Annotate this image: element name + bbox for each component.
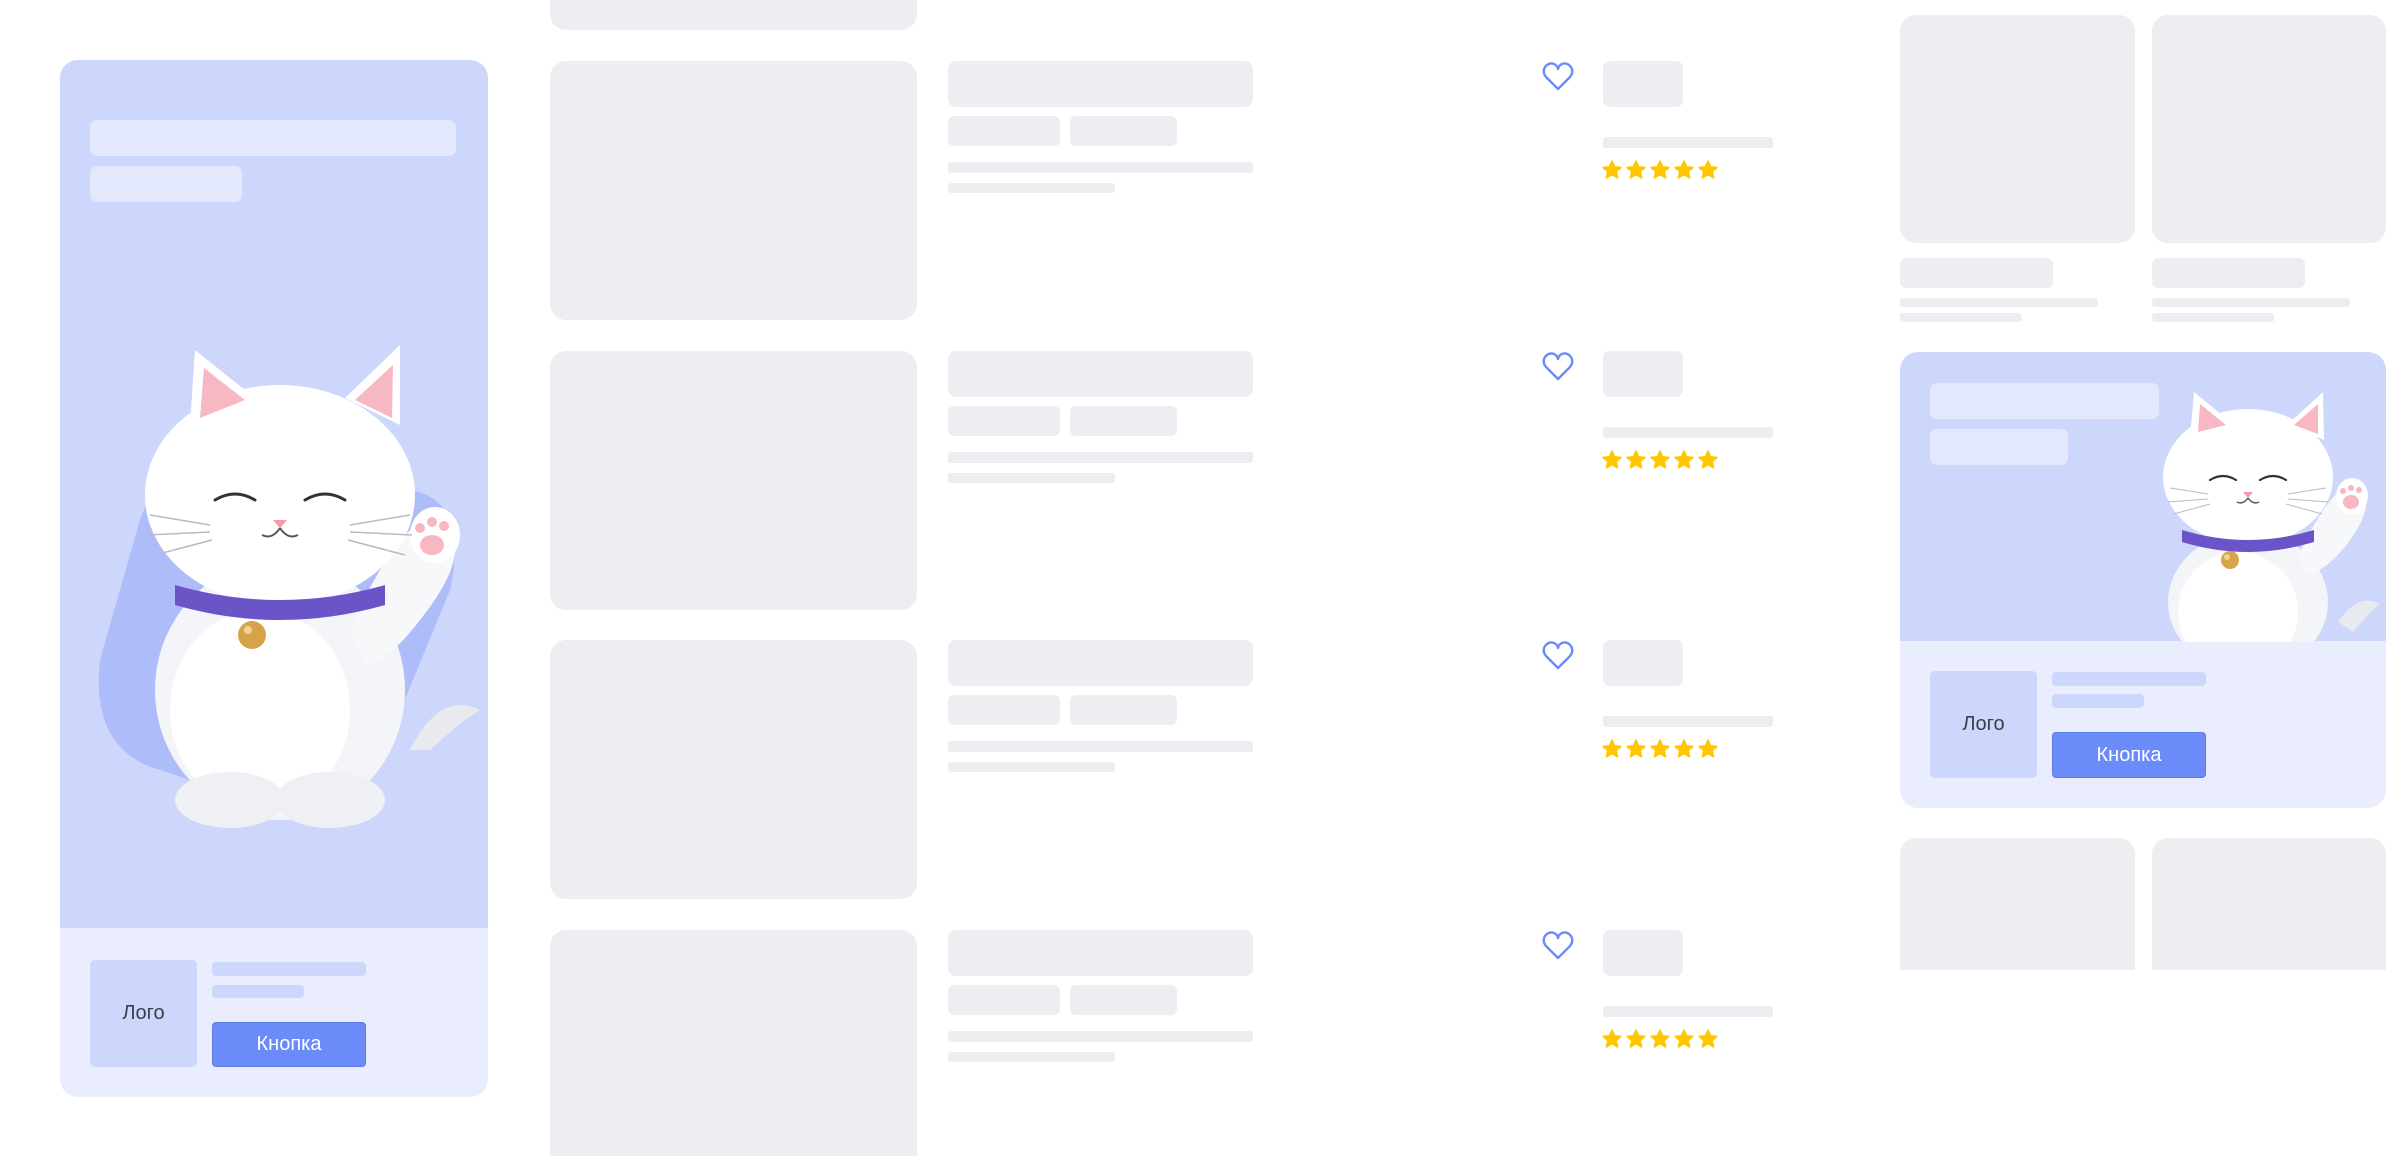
favorite-heart-icon[interactable] [1541,929,1575,963]
grid-card-image-placeholder[interactable] [2152,838,2386,970]
product-tag-placeholder [948,116,1060,146]
favorite-heart-icon[interactable] [1541,350,1575,384]
grid-card-desc-placeholder [1900,298,2098,307]
banner-title-placeholder [90,120,456,156]
product-image-placeholder[interactable] [550,351,917,610]
star-icon [1626,1029,1646,1048]
brand-logo-placeholder: Лого [1930,671,2037,778]
product-title-placeholder [948,61,1253,107]
star-icon [1650,1029,1670,1048]
grid-card-desc-placeholder-short [1900,313,2022,322]
product-title-placeholder [948,640,1253,686]
brand-logo-placeholder: Лого [90,960,197,1067]
star-icon [1626,739,1646,758]
price-placeholder [1603,61,1683,107]
product-desc-placeholder-short [948,1052,1115,1062]
banner-text-placeholder [212,962,366,976]
star-icon [1602,160,1622,179]
product-desc-placeholder [948,452,1253,463]
promo-banner-left[interactable]: Лого Кнопка [60,60,488,1097]
rating-stars [1602,450,1718,470]
product-tag-placeholder [1070,406,1177,436]
product-desc-placeholder-short [948,183,1115,193]
star-icon [1626,450,1646,469]
product-tag-placeholder [1070,116,1177,146]
star-icon [1698,160,1718,179]
product-tag-placeholder [1070,695,1177,725]
star-icon [1650,450,1670,469]
banner-text-placeholder-short [212,985,304,998]
star-icon [1650,739,1670,758]
product-title-placeholder [948,930,1253,976]
rating-caption-placeholder [1603,137,1773,148]
star-icon [1650,160,1670,179]
star-icon [1674,739,1694,758]
product-desc-placeholder [948,162,1253,173]
banner-subtitle-placeholder [1930,429,2068,465]
product-desc-placeholder-short [948,762,1115,772]
promo-banner-left-hero [60,60,488,928]
product-tag-placeholder [948,985,1060,1015]
product-image-placeholder[interactable] [550,930,917,1156]
promo-banner-right-hero [1900,352,2386,642]
product-image-placeholder[interactable] [550,640,917,899]
banner-text-placeholder [2052,672,2206,686]
product-title-placeholder [948,351,1253,397]
star-icon [1602,739,1622,758]
rating-stars [1602,1029,1718,1049]
grid-card-desc-placeholder [2152,298,2350,307]
rating-caption-placeholder [1603,1006,1773,1017]
banner-cta-button[interactable]: Кнопка [2052,732,2206,778]
rating-stars [1602,160,1718,180]
grid-card-image-placeholder[interactable] [2152,15,2386,243]
product-desc-placeholder [948,741,1253,752]
banner-title-placeholder [1930,383,2159,419]
star-icon [1698,450,1718,469]
grid-card-image-placeholder[interactable] [1900,15,2135,243]
product-tag-placeholder [1070,985,1177,1015]
rating-caption-placeholder [1603,427,1773,438]
star-icon [1698,1029,1718,1048]
promo-banner-right[interactable]: Лого Кнопка [1900,352,2386,808]
banner-subtitle-placeholder [90,166,242,202]
product-desc-placeholder-short [948,473,1115,483]
price-placeholder [1603,640,1683,686]
price-placeholder [1603,930,1683,976]
product-tag-placeholder [948,695,1060,725]
favorite-heart-icon[interactable] [1541,60,1575,94]
grid-card-desc-placeholder-short [2152,313,2274,322]
waving-cat-illustration [2163,392,2380,642]
banner-cta-button[interactable]: Кнопка [212,1022,366,1067]
product-desc-placeholder [948,1031,1253,1042]
product-image-placeholder [550,0,917,30]
grid-card-image-placeholder[interactable] [1900,838,2135,970]
star-icon [1602,1029,1622,1048]
star-icon [1674,450,1694,469]
product-image-placeholder[interactable] [550,61,917,320]
star-icon [1674,160,1694,179]
rating-stars [1602,739,1718,759]
star-icon [1602,450,1622,469]
grid-card-title-placeholder [1900,258,2053,288]
favorite-heart-icon[interactable] [1541,639,1575,673]
star-icon [1698,739,1718,758]
product-tag-placeholder [948,406,1060,436]
price-placeholder [1603,351,1683,397]
rating-caption-placeholder [1603,716,1773,727]
star-icon [1674,1029,1694,1048]
waving-cat-illustration [98,345,480,828]
grid-card-title-placeholder [2152,258,2305,288]
banner-text-placeholder-short [2052,694,2144,708]
star-icon [1626,160,1646,179]
